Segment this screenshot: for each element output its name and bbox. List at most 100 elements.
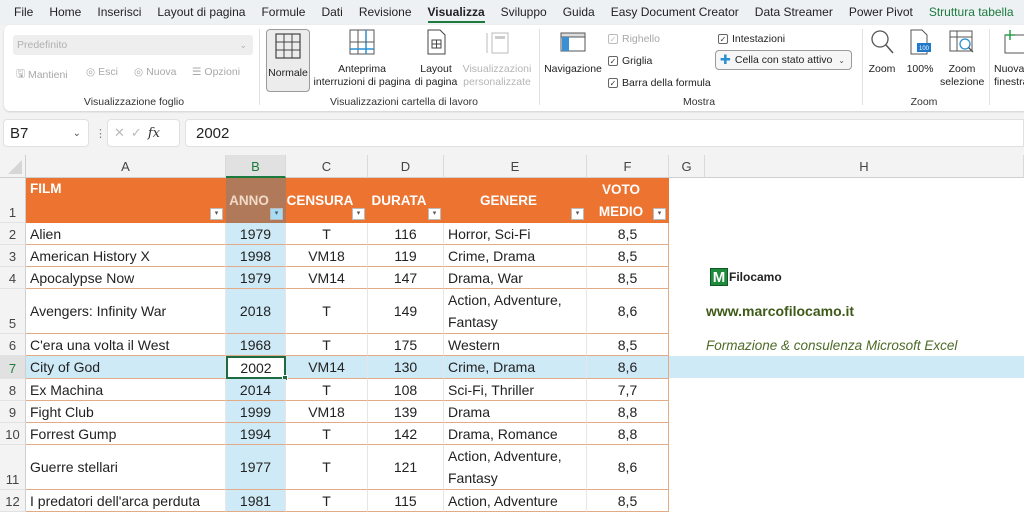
zoom-button[interactable]: Zoom (866, 29, 898, 76)
cell-voto[interactable]: 8,6 (587, 445, 669, 490)
cell-durata[interactable]: 121 (368, 445, 444, 490)
cell-censura[interactable]: VM18 (286, 401, 368, 423)
tab-easy-document-creator[interactable]: Easy Document Creator (603, 0, 747, 25)
sheet-view-select[interactable]: Predefinito ⌄ (13, 35, 253, 55)
cell-censura[interactable]: T (286, 445, 368, 490)
cell-voto[interactable]: 8,8 (587, 423, 669, 445)
column-header-d[interactable]: D (368, 155, 444, 178)
tab-guida[interactable]: Guida (555, 0, 603, 25)
cell-film[interactable]: Ex Machina (26, 379, 226, 401)
new-window-button[interactable]: Nuova finestra (994, 29, 1024, 89)
view-options-button[interactable]: ☰ Opzioni (192, 66, 240, 78)
cell-genere[interactable]: Action, Adventure, Fantasy (444, 289, 587, 334)
cancel-icon[interactable]: ✕ (114, 125, 125, 141)
cell-durata[interactable]: 139 (368, 401, 444, 423)
row-header-7[interactable]: 7 (0, 356, 26, 379)
cell-censura[interactable]: VM14 (286, 356, 368, 379)
cell-censura[interactable]: T (286, 379, 368, 401)
column-header-f[interactable]: F (587, 155, 669, 178)
filter-dropdown-icon[interactable]: ▾ (352, 208, 365, 220)
cell-genere[interactable]: Western (444, 334, 587, 356)
exit-view-button[interactable]: ◎ Esci (86, 66, 118, 78)
cell-durata[interactable]: 116 (368, 223, 444, 245)
cell-genere[interactable]: Action, Adventure (444, 490, 587, 512)
table-header-film[interactable]: FILM ▾ (26, 178, 226, 223)
cell-genere[interactable]: Crime, Drama (444, 245, 587, 267)
row-header-8[interactable]: 8 (0, 379, 26, 401)
page-break-preview-button[interactable]: Anteprima interruzioni di pagina (312, 29, 412, 89)
cell-genere[interactable]: Drama, Romance (444, 423, 587, 445)
filter-dropdown-icon[interactable]: ▾ (571, 208, 584, 220)
cell-film[interactable]: I predatori dell'arca perduta (26, 490, 226, 512)
cell-anno[interactable]: 2014 (226, 379, 286, 401)
worksheet-grid[interactable]: A B C D E F G H 1 2 3 4 5 6 7 8 9 10 11 12 FILM ▾ ANNO ▾ CENSURA… (0, 155, 1024, 512)
cell-anno[interactable]: 1981 (226, 490, 286, 512)
row-header-5[interactable]: 5 (0, 289, 26, 334)
filter-dropdown-icon[interactable]: ▾ (428, 208, 441, 220)
cell-voto[interactable]: 8,6 (587, 356, 669, 379)
tab-dati[interactable]: Dati (313, 0, 350, 25)
cell-voto[interactable]: 8,8 (587, 401, 669, 423)
website-link[interactable]: www.marcofilocamo.it (706, 303, 854, 319)
tab-struttura-tabella[interactable]: Struttura tabella (921, 0, 1022, 25)
cell-anno[interactable]: 1994 (226, 423, 286, 445)
tab-file[interactable]: File (0, 0, 41, 25)
select-all-corner[interactable] (0, 155, 26, 178)
cell-censura[interactable]: T (286, 289, 368, 334)
filter-dropdown-icon[interactable]: ▾ (210, 208, 223, 220)
formula-input[interactable]: 2002 (185, 119, 1024, 147)
cell-film[interactable]: Alien (26, 223, 226, 245)
headings-checkbox[interactable]: ✓ Intestazioni (718, 33, 785, 45)
row-header-11[interactable]: 11 (0, 445, 26, 490)
cell-film[interactable]: Apocalypse Now (26, 267, 226, 289)
tab-visualizza[interactable]: Visualizza (420, 0, 493, 25)
cell-film[interactable]: Fight Club (26, 401, 226, 423)
cell-anno[interactable]: 1968 (226, 334, 286, 356)
cell-censura[interactable]: T (286, 490, 368, 512)
row-header-6[interactable]: 6 (0, 334, 26, 356)
cell-film[interactable]: Forrest Gump (26, 423, 226, 445)
name-box[interactable]: B7 ⌄ (3, 119, 89, 147)
row-header-3[interactable]: 3 (0, 245, 26, 267)
tab-revisione[interactable]: Revisione (351, 0, 420, 25)
zoom-100-button[interactable]: 100 100% (904, 29, 936, 76)
tab-home[interactable]: Home (41, 0, 89, 25)
formula-bar-checkbox[interactable]: ✓ Barra della formula (608, 77, 711, 89)
confirm-icon[interactable]: ✓ (131, 125, 142, 141)
filter-dropdown-icon[interactable]: ▾ (653, 208, 666, 220)
cell-durata[interactable]: 142 (368, 423, 444, 445)
column-header-h[interactable]: H (705, 155, 1024, 178)
cell-durata[interactable]: 108 (368, 379, 444, 401)
tab-power-pivot[interactable]: Power Pivot (841, 0, 921, 25)
column-header-c[interactable]: C (286, 155, 368, 178)
cell-film[interactable]: Guerre stellari (26, 445, 226, 490)
cell-durata[interactable]: 130 (368, 356, 444, 379)
cell-genere[interactable]: Action, Adventure, Fantasy (444, 445, 587, 490)
column-header-e[interactable]: E (444, 155, 587, 178)
cell-film[interactable]: City of God (26, 356, 226, 379)
cell-genere[interactable]: Sci-Fi, Thriller (444, 379, 587, 401)
cell-anno[interactable]: 1999 (226, 401, 286, 423)
cell-voto[interactable]: 8,5 (587, 223, 669, 245)
row-header-9[interactable]: 9 (0, 401, 26, 423)
cell-anno[interactable]: 1977 (226, 445, 286, 490)
cell-durata[interactable]: 115 (368, 490, 444, 512)
cell-censura[interactable]: VM14 (286, 267, 368, 289)
focus-cell-button[interactable]: ✚ Cella con stato attivo ⌄ (715, 50, 852, 70)
more-options-icon[interactable]: ⋮ (95, 127, 106, 140)
column-header-a[interactable]: A (26, 155, 226, 178)
zoom-to-selection-button[interactable]: Zoom selezione (940, 29, 984, 89)
cell-voto[interactable]: 8,5 (587, 245, 669, 267)
cell-voto[interactable]: 8,5 (587, 490, 669, 512)
cell-anno[interactable]: 1979 (226, 267, 286, 289)
cell-durata[interactable]: 147 (368, 267, 444, 289)
cell-voto[interactable]: 8,5 (587, 334, 669, 356)
row-header-4[interactable]: 4 (0, 267, 26, 289)
cell-anno[interactable]: 1998 (226, 245, 286, 267)
cell-voto[interactable]: 7,7 (587, 379, 669, 401)
ruler-checkbox[interactable]: ✓ Righello (608, 33, 660, 45)
column-header-b[interactable]: B (226, 155, 286, 178)
cell-anno[interactable]: 2018 (226, 289, 286, 334)
column-header-g[interactable]: G (669, 155, 705, 178)
table-header-genere[interactable]: GENERE ▾ (444, 178, 587, 223)
